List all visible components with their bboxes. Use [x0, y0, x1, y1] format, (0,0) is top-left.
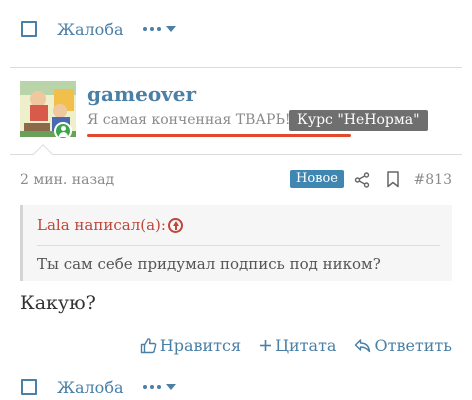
- quote-author[interactable]: Lala написал(а):: [37, 216, 166, 234]
- username-link[interactable]: gameover: [87, 82, 196, 106]
- post-pointer: [33, 144, 53, 164]
- more-actions-button[interactable]: [143, 26, 177, 32]
- post-body: Какую?: [20, 292, 96, 314]
- post-number-link[interactable]: #813: [414, 172, 452, 188]
- like-label: Нравится: [159, 335, 242, 355]
- post-divider: [10, 67, 462, 68]
- quote-label: Цитата: [275, 335, 337, 355]
- report-link[interactable]: Жалоба: [57, 20, 123, 39]
- plus-icon: [260, 339, 272, 351]
- quote-separator: [37, 245, 440, 246]
- new-badge: Новое: [290, 170, 345, 188]
- bookmark-icon[interactable]: [386, 171, 400, 188]
- go-to-quote-icon[interactable]: [168, 218, 183, 233]
- report-link[interactable]: Жалоба: [57, 378, 123, 397]
- chevron-down-icon: [166, 26, 177, 32]
- reply-button[interactable]: Ответить: [354, 336, 452, 355]
- post-meta: 2 мин. назад Новое #813: [20, 170, 452, 190]
- post-reactions: Нравится Цитата Ответить: [122, 334, 452, 356]
- post-header-divider: [10, 154, 462, 155]
- quote-block: Lala написал(а): Ты сам себе придумал по…: [20, 205, 452, 281]
- more-dots-icon: [143, 27, 162, 31]
- select-checkbox[interactable]: [21, 21, 37, 37]
- tooltip: Курс "НеНорма": [289, 110, 428, 131]
- thumbs-up-icon: [140, 337, 157, 353]
- share-icon[interactable]: [354, 172, 370, 188]
- like-button[interactable]: Нравится: [140, 336, 241, 355]
- chevron-down-icon: [166, 384, 177, 390]
- online-status-icon: [54, 122, 72, 140]
- post-time[interactable]: 2 мин. назад: [20, 172, 114, 188]
- bottom-actions-bar: Жалоба: [0, 372, 472, 400]
- user-signature: Я самая конченная ТВАРЬ!!!: [87, 112, 302, 128]
- more-actions-button[interactable]: [143, 384, 177, 390]
- more-dots-icon: [143, 385, 162, 389]
- select-checkbox[interactable]: [21, 379, 37, 395]
- top-actions-bar: Жалоба: [0, 14, 472, 44]
- signature-underline: [87, 134, 351, 137]
- quote-button[interactable]: Цитата: [259, 336, 336, 355]
- reply-label: Ответить: [374, 335, 452, 355]
- quote-text: Ты сам себе придумал подпись под ником?: [37, 255, 381, 273]
- reply-icon: [355, 338, 371, 352]
